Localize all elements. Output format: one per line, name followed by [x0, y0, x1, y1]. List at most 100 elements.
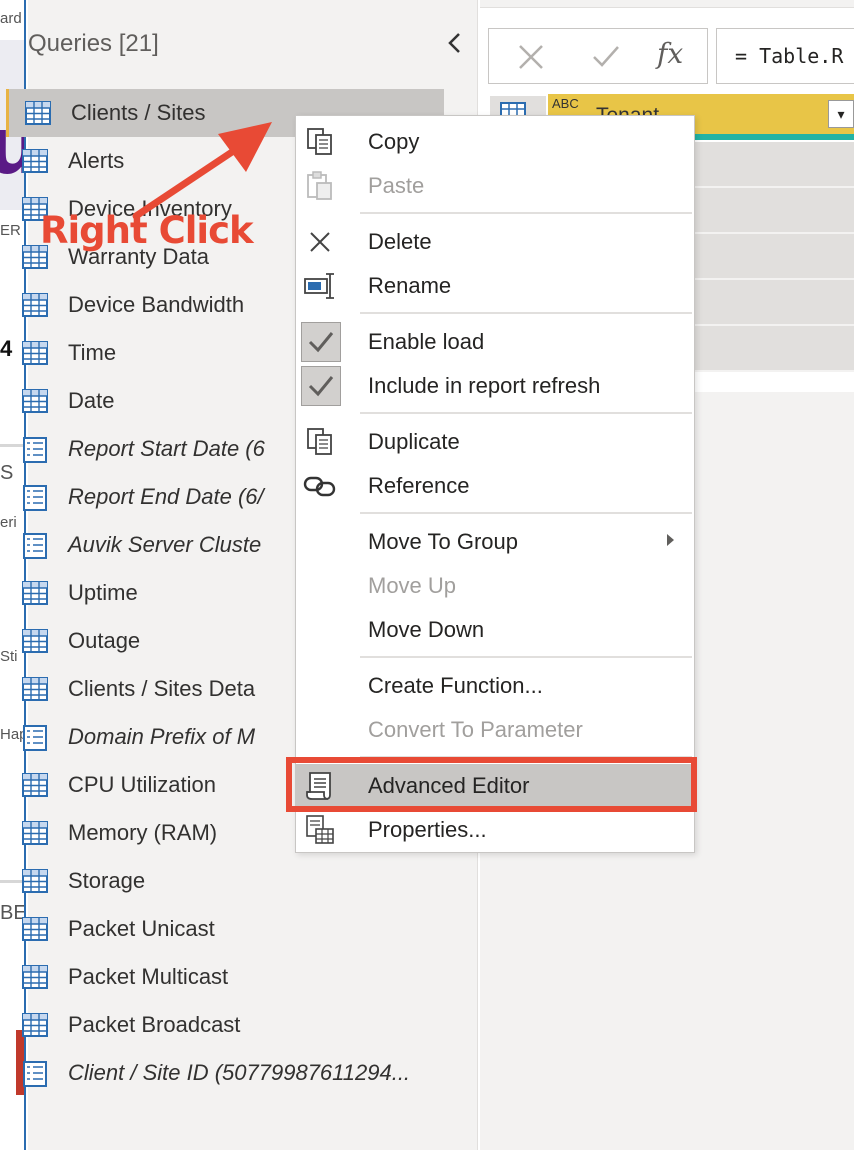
menu-item-move-to-group[interactable]: Move To Group: [296, 520, 694, 564]
menu-item-label: Move Down: [368, 617, 485, 642]
table-icon: [22, 341, 48, 365]
table-icon: [22, 629, 48, 653]
query-item-label: Uptime: [68, 580, 138, 605]
menu-item-paste: Paste: [296, 164, 694, 208]
query-item-label: Packet Multicast: [68, 964, 229, 989]
table-icon: [25, 101, 51, 125]
chevron-right-icon: [667, 534, 674, 546]
menu-item-label: Paste: [368, 173, 425, 198]
menu-item-label: Include in report refresh: [368, 373, 601, 398]
query-item-label: CPU Utilization: [68, 772, 216, 797]
query-item-label: Report End Date (6/: [68, 484, 264, 509]
delete-icon: [302, 226, 338, 258]
query-item-packet-unicast[interactable]: Packet Unicast: [6, 905, 444, 953]
check-icon: [301, 366, 341, 406]
menu-separator: [360, 412, 692, 414]
menu-item-label: Convert To Parameter: [368, 717, 583, 742]
menu-separator: [360, 212, 692, 214]
link-icon: [302, 470, 338, 502]
menu-item-create-function[interactable]: Create Function...: [296, 664, 694, 708]
table-icon: [22, 389, 48, 413]
menu-item-copy[interactable]: Copy: [296, 120, 694, 164]
query-item-label: Memory (RAM): [68, 820, 218, 845]
query-item-storage[interactable]: Storage: [6, 857, 444, 905]
table-icon: [22, 293, 48, 317]
query-item-packet-broadcast[interactable]: Packet Broadcast: [6, 1001, 444, 1049]
table-icon: [22, 965, 48, 989]
query-item-label: Clients / Sites Deta: [68, 676, 256, 701]
background-text: ard: [0, 10, 22, 27]
query-item-label: Clients / Sites: [71, 100, 206, 125]
annotation-text: Right Click: [40, 209, 254, 252]
menu-separator: [360, 312, 692, 314]
parameter-icon: [22, 725, 48, 751]
menu-item-include-in-report-refresh[interactable]: Include in report refresh: [296, 364, 694, 408]
fx-button[interactable]: fx: [657, 37, 683, 70]
menu-item-label: Rename: [368, 273, 452, 298]
check-icon[interactable]: [591, 43, 621, 71]
query-item-label: Device Bandwidth: [68, 292, 245, 317]
query-item-label: Client / Site ID (50779987611294...: [68, 1060, 411, 1085]
parameter-icon: [22, 437, 48, 463]
table-icon: [22, 773, 48, 797]
query-item-label: Packet Unicast: [68, 916, 215, 941]
column-type-label: ABC: [552, 96, 579, 111]
table-icon: [22, 821, 48, 845]
query-item-label: Report Start Date (6: [68, 436, 265, 461]
query-item-packet-multicast[interactable]: Packet Multicast: [6, 953, 444, 1001]
query-item-label: Date: [68, 388, 115, 413]
menu-item-label: Move To Group: [368, 529, 519, 554]
duplicate-icon: [302, 426, 338, 458]
table-icon: [22, 869, 48, 893]
query-item-label: Packet Broadcast: [68, 1012, 241, 1037]
parameter-icon: [22, 485, 48, 511]
query-item-label: Alerts: [68, 148, 125, 173]
menu-item-duplicate[interactable]: Duplicate: [296, 420, 694, 464]
menu-item-enable-load[interactable]: Enable load: [296, 320, 694, 364]
paste-icon: [302, 170, 338, 202]
formula-toolbar: fx: [488, 28, 708, 84]
query-item-label: Storage: [68, 868, 146, 893]
menu-item-label: Duplicate: [368, 429, 460, 454]
menu-separator: [360, 656, 692, 658]
queries-pane-title: Queries [21]: [28, 30, 159, 57]
menu-item-rename[interactable]: Rename: [296, 264, 694, 308]
query-item-label: Outage: [68, 628, 141, 653]
menu-item-label: Enable load: [368, 329, 485, 354]
rename-icon: [302, 270, 338, 302]
menu-item-label: Reference: [368, 473, 470, 498]
formula-input[interactable]: = Table.R: [716, 28, 854, 84]
parameter-icon: [22, 533, 48, 559]
table-icon: [22, 677, 48, 701]
context-menu: Copy Paste Delete Rename Enable load Include …: [295, 115, 695, 853]
menu-separator: [360, 512, 692, 514]
properties-icon: [302, 814, 338, 846]
check-icon: [301, 322, 341, 362]
chevron-left-icon: [448, 33, 460, 53]
menu-item-properties[interactable]: Properties...: [296, 808, 694, 852]
table-icon: [22, 149, 48, 173]
collapse-pane-button[interactable]: [440, 28, 468, 58]
menu-item-convert-to-parameter: Convert To Parameter: [296, 708, 694, 752]
menu-item-reference[interactable]: Reference: [296, 464, 694, 508]
table-icon: [22, 581, 48, 605]
menu-item-label: Create Function...: [368, 673, 543, 698]
menu-item-label: Properties...: [368, 817, 487, 842]
menu-item-label: Delete: [368, 229, 432, 254]
menu-item-delete[interactable]: Delete: [296, 220, 694, 264]
query-item-label: Domain Prefix of M: [68, 724, 256, 749]
menu-item-label: Move Up: [368, 573, 457, 598]
menu-item-move-down[interactable]: Move Down: [296, 608, 694, 652]
table-icon: [22, 917, 48, 941]
menu-item-label: Copy: [368, 129, 420, 154]
ribbon-edge: [480, 0, 854, 8]
parameter-icon: [22, 1061, 48, 1087]
query-item-client-site-id-50779987611294[interactable]: Client / Site ID (50779987611294...: [6, 1049, 444, 1097]
table-icon: [22, 1013, 48, 1037]
highlight-box: [286, 757, 697, 812]
x-icon[interactable]: [517, 43, 545, 71]
column-filter-button[interactable]: ▾: [828, 100, 854, 128]
menu-item-move-up: Move Up: [296, 564, 694, 608]
query-item-label: Auvik Server Cluste: [68, 532, 262, 557]
query-item-label: Time: [68, 340, 117, 365]
